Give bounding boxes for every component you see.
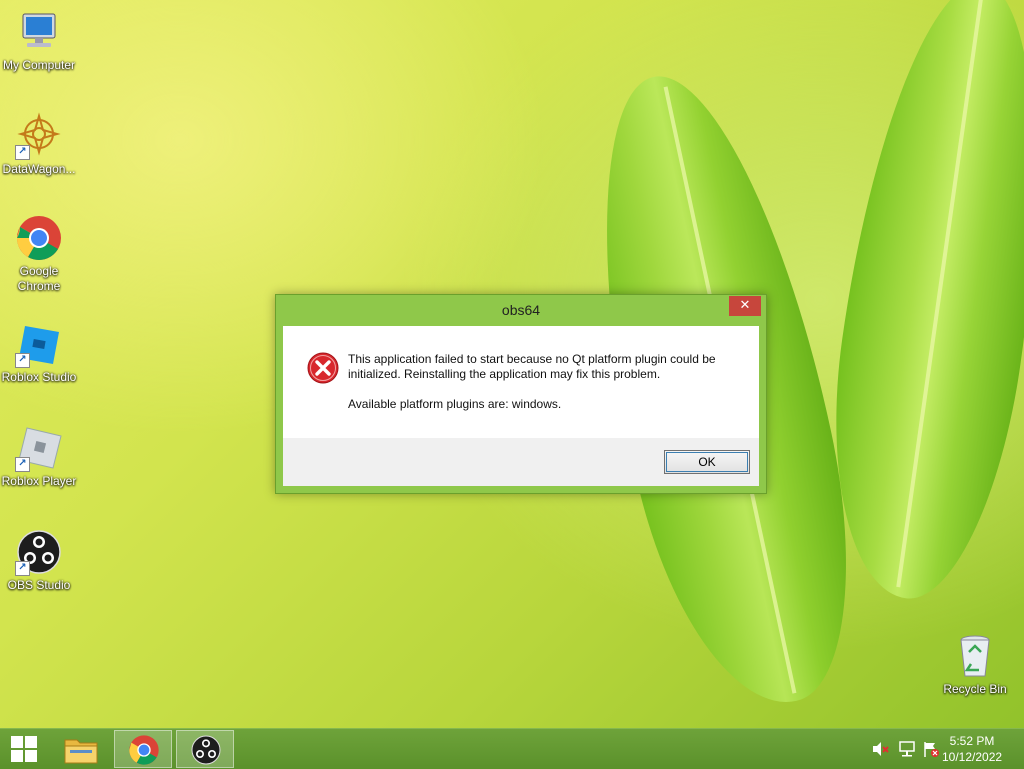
recycle-bin-icon bbox=[951, 632, 999, 680]
taskbar: 5:52 PM 10/12/2022 bbox=[0, 728, 1024, 769]
action-center-flag-icon[interactable] bbox=[922, 740, 940, 758]
error-icon bbox=[307, 352, 339, 384]
chrome-icon bbox=[129, 735, 159, 765]
error-message-plugins: Available platform plugins are: windows. bbox=[348, 397, 562, 411]
shortcut-arrow-icon: ↗ bbox=[15, 457, 30, 472]
desktop-icon-my-computer[interactable]: My Computer bbox=[0, 8, 78, 73]
desktop-icon-label: Roblox Player bbox=[1, 474, 77, 488]
error-dialog: obs64 ✕ This application failed to start… bbox=[275, 294, 767, 494]
desktop-icon-label: My Computer bbox=[2, 58, 76, 72]
clock-time: 5:52 PM bbox=[949, 734, 995, 748]
desktop-icon-label: DataWagon... bbox=[2, 162, 76, 176]
shortcut-arrow-icon: ↗ bbox=[15, 145, 30, 160]
datawagon-icon: ↗ bbox=[15, 112, 63, 160]
windows-logo-icon bbox=[11, 736, 37, 762]
error-message: This application failed to start because… bbox=[348, 352, 738, 427]
obs-icon: ↗ bbox=[15, 528, 63, 576]
taskbar-file-explorer[interactable] bbox=[52, 730, 110, 768]
desktop-icon-google-chrome[interactable]: Google Chrome bbox=[0, 214, 78, 294]
start-button[interactable] bbox=[0, 730, 48, 768]
button-area: OK bbox=[283, 438, 759, 486]
chrome-icon bbox=[15, 214, 63, 262]
desktop-icon-label: Roblox Studio bbox=[1, 370, 77, 384]
roblox-studio-icon: ↗ bbox=[15, 320, 63, 368]
ok-button[interactable]: OK bbox=[664, 450, 750, 474]
desktop-icon-datawagon[interactable]: ↗ DataWagon... bbox=[0, 112, 78, 177]
desktop-icon-recycle-bin[interactable]: Recycle Bin bbox=[936, 632, 1014, 697]
shortcut-arrow-icon: ↗ bbox=[15, 353, 30, 368]
error-message-main: This application failed to start because… bbox=[348, 352, 716, 381]
shortcut-arrow-icon: ↗ bbox=[15, 561, 30, 576]
roblox-player-icon: ↗ bbox=[15, 424, 63, 472]
clock-date: 10/12/2022 bbox=[942, 750, 1003, 764]
network-icon[interactable] bbox=[898, 740, 916, 758]
desktop-icon-label: OBS Studio bbox=[7, 578, 71, 592]
taskbar-obs-studio[interactable] bbox=[176, 730, 234, 768]
obs-icon bbox=[191, 735, 221, 765]
desktop-icon-label: Recycle Bin bbox=[943, 682, 1007, 696]
clock[interactable]: 5:52 PM 10/12/2022 bbox=[942, 733, 1002, 765]
close-button[interactable]: ✕ bbox=[729, 296, 761, 316]
desktop-icon-roblox-studio[interactable]: ↗ Roblox Studio bbox=[0, 320, 78, 385]
desktop-icon-obs-studio[interactable]: ↗ OBS Studio bbox=[0, 528, 78, 593]
folder-icon bbox=[64, 739, 98, 764]
dialog-title: obs64 bbox=[501, 302, 541, 318]
volume-muted-icon[interactable] bbox=[872, 741, 890, 757]
taskbar-google-chrome[interactable] bbox=[114, 730, 172, 768]
computer-icon bbox=[15, 8, 63, 56]
message-area: This application failed to start because… bbox=[283, 326, 759, 438]
desktop-icon-roblox-player[interactable]: ↗ Roblox Player bbox=[0, 424, 78, 489]
dialog-body: This application failed to start because… bbox=[283, 326, 759, 486]
desktop-icon-label: Google Chrome bbox=[17, 264, 61, 293]
